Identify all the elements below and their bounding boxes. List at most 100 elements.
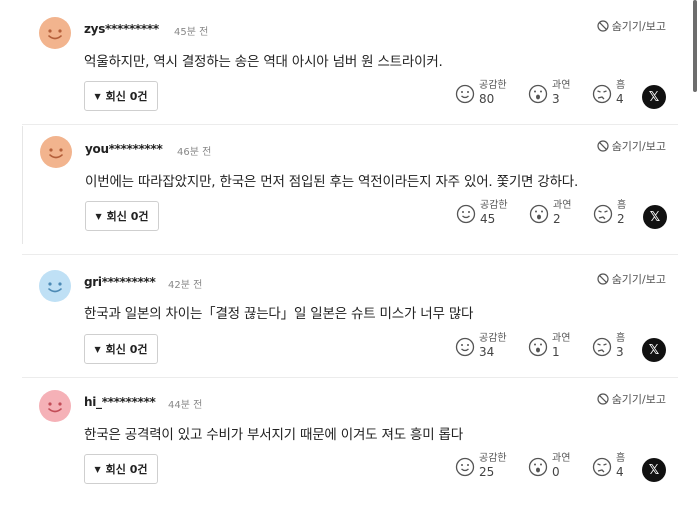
- empathy-reaction[interactable]: 공감한 25: [455, 453, 507, 480]
- comment-text: 이번에는 따라잡았지만, 한국은 먼저 점입된 후는 역전이라든지 자주 있어.…: [85, 174, 579, 190]
- hmm-label: 흠: [617, 200, 627, 211]
- reply-label: 회신 0건: [105, 90, 148, 103]
- thinking-icon: [592, 337, 612, 357]
- x-share-button[interactable]: 𝕏: [642, 458, 666, 482]
- scrollbar[interactable]: [693, 0, 697, 92]
- smile-icon: [455, 457, 475, 477]
- timestamp: 45분 전: [174, 27, 209, 38]
- surprised-icon: [529, 204, 549, 224]
- caret-down-icon: ▼: [94, 344, 101, 354]
- smile-icon: [455, 84, 475, 104]
- overdo-count: 3: [552, 92, 560, 106]
- thinking-icon: [592, 457, 612, 477]
- block-icon: [597, 393, 609, 405]
- comment-text: 한국은 공격력이 있고 수비가 부서지기 때문에 이겨도 져도 흥미 롭다: [84, 427, 463, 443]
- overdo-reaction[interactable]: 과연 0: [528, 453, 570, 480]
- comment-item: you********* 46분 전 숨기기/보고 이번에는 따라잡았지만, 한…: [22, 126, 678, 244]
- hide-report-label: 숨기기/보고: [611, 140, 666, 153]
- hide-report-link[interactable]: 숨기기/보고: [597, 271, 666, 287]
- hmm-count: 2: [617, 212, 625, 226]
- empathy-count: 25: [479, 465, 495, 479]
- hmm-reaction[interactable]: 흠3: [592, 333, 625, 360]
- avatar: [39, 17, 71, 49]
- empathy-label: 공감한: [479, 453, 507, 464]
- hide-report-link[interactable]: 숨기기/보고: [597, 391, 666, 407]
- hide-report-label: 숨기기/보고: [611, 20, 666, 33]
- comment-item: gri********* 42분 전 숨기기/보고 한국과 일본의 차이는「결정…: [22, 256, 678, 376]
- comment-item: zys********* 45분 전 숨기기/보고 억울하지만, 역시 결정하는…: [22, 0, 678, 122]
- hmm-label: 흠: [616, 453, 626, 464]
- avatar: [39, 270, 71, 302]
- empathy-reaction[interactable]: 공감한 45: [456, 200, 508, 227]
- reply-button[interactable]: ▼ 회신 0건: [84, 81, 158, 111]
- hmm-count: 3: [616, 345, 624, 359]
- hide-report-label: 숨기기/보고: [611, 273, 666, 286]
- username[interactable]: gri*********: [84, 275, 156, 289]
- empathy-label: 공감한: [479, 333, 507, 344]
- thinking-icon: [593, 204, 613, 224]
- hide-report-link[interactable]: 숨기기/보고: [597, 138, 666, 154]
- overdo-label: 과연: [552, 333, 571, 344]
- reply-label: 회신 0건: [105, 343, 148, 356]
- empathy-reaction[interactable]: 공감한 34: [455, 333, 507, 360]
- hmm-reaction[interactable]: 흠2: [593, 200, 626, 227]
- overdo-label: 과연: [552, 80, 571, 91]
- smile-icon: [455, 337, 475, 357]
- x-logo-icon: 𝕏: [648, 342, 660, 358]
- empathy-label: 공감한: [479, 80, 507, 91]
- overdo-reaction[interactable]: 과연 3: [528, 80, 570, 107]
- x-share-button[interactable]: 𝕏: [642, 85, 666, 109]
- avatar: [39, 390, 71, 422]
- reply-button[interactable]: ▼ 회신 0건: [84, 454, 158, 484]
- timestamp: 42분 전: [168, 280, 203, 291]
- comment-item: hi_********* 44분 전 숨기기/보고 한국은 공격력이 있고 수비…: [22, 378, 678, 502]
- smile-icon: [456, 204, 476, 224]
- username[interactable]: hi_*********: [84, 395, 156, 409]
- hide-report-label: 숨기기/보고: [611, 393, 666, 406]
- surprised-icon: [528, 337, 548, 357]
- username[interactable]: zys*********: [84, 22, 159, 36]
- overdo-reaction[interactable]: 과연 1: [528, 333, 570, 360]
- caret-down-icon: ▼: [94, 91, 101, 101]
- empathy-count: 80: [479, 92, 495, 106]
- block-icon: [597, 20, 609, 32]
- block-icon: [597, 140, 609, 152]
- divider: [22, 254, 678, 255]
- overdo-count: 0: [552, 465, 560, 479]
- overdo-reaction[interactable]: 과연 2: [529, 200, 571, 227]
- block-icon: [597, 273, 609, 285]
- empathy-count: 34: [479, 345, 495, 359]
- username[interactable]: you*********: [85, 142, 163, 156]
- reply-label: 회신 0건: [106, 210, 149, 223]
- x-logo-icon: 𝕏: [649, 209, 661, 225]
- timestamp: 44분 전: [168, 400, 203, 411]
- reply-button[interactable]: ▼ 회신 0건: [85, 201, 159, 231]
- reply-button[interactable]: ▼ 회신 0건: [84, 334, 158, 364]
- overdo-label: 과연: [552, 453, 571, 464]
- surprised-icon: [528, 457, 548, 477]
- x-logo-icon: 𝕏: [648, 89, 660, 105]
- hmm-label: 흠: [616, 80, 626, 91]
- comment-text: 한국과 일본의 차이는「결정 끊는다」일 일본은 슈트 미스가 너무 많다: [84, 306, 474, 322]
- reply-label: 회신 0건: [105, 463, 148, 476]
- hide-report-link[interactable]: 숨기기/보고: [597, 18, 666, 34]
- overdo-label: 과연: [553, 200, 572, 211]
- thinking-icon: [592, 84, 612, 104]
- caret-down-icon: ▼: [94, 464, 101, 474]
- hmm-reaction[interactable]: 흠4: [592, 80, 625, 107]
- timestamp: 46분 전: [177, 147, 212, 158]
- hmm-count: 4: [616, 92, 624, 106]
- x-share-button[interactable]: 𝕏: [643, 205, 667, 229]
- empathy-reaction[interactable]: 공감한 80: [455, 80, 507, 107]
- comment-text: 억울하지만, 역시 결정하는 송은 역대 아시아 넘버 원 스트라이커.: [84, 54, 443, 70]
- empathy-label: 공감한: [480, 200, 508, 211]
- x-logo-icon: 𝕏: [648, 462, 660, 478]
- surprised-icon: [528, 84, 548, 104]
- hmm-label: 흠: [616, 333, 626, 344]
- avatar: [40, 136, 72, 168]
- hmm-count: 4: [616, 465, 624, 479]
- x-share-button[interactable]: 𝕏: [642, 338, 666, 362]
- overdo-count: 2: [553, 212, 561, 226]
- overdo-count: 1: [552, 345, 560, 359]
- hmm-reaction[interactable]: 흠4: [592, 453, 625, 480]
